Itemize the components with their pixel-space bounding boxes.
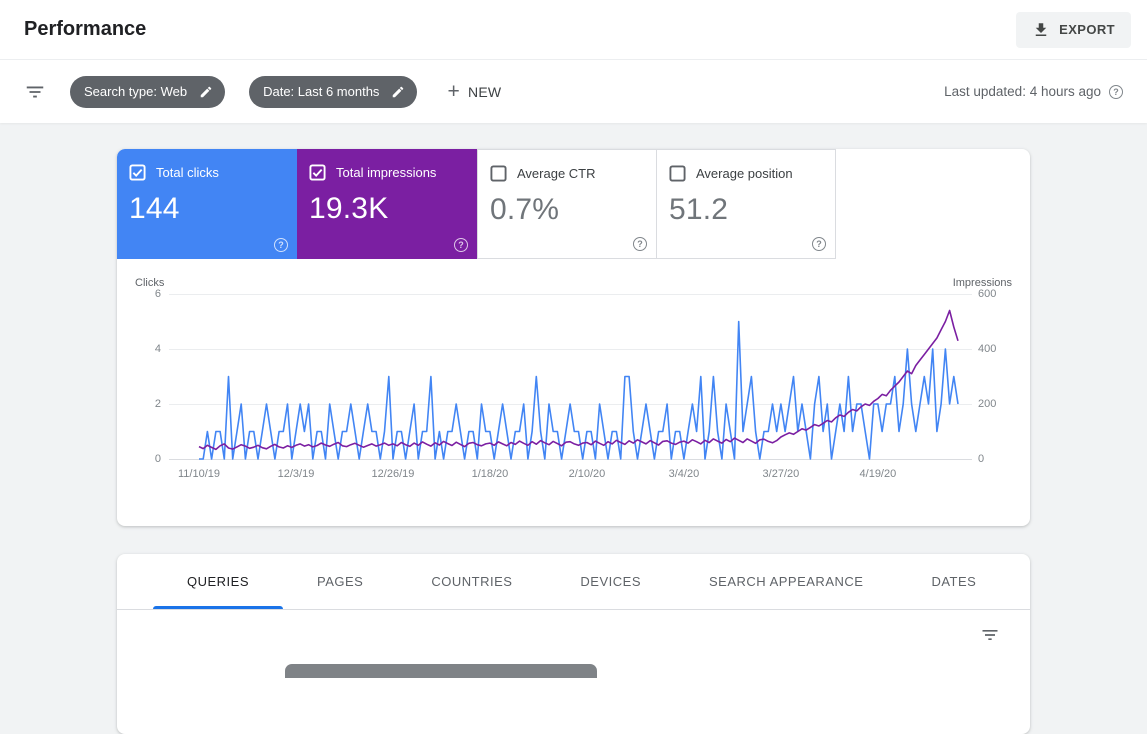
filter-bar: Search type: Web Date: Last 6 months + N… bbox=[0, 60, 1147, 123]
average-position-tile[interactable]: Average position 51.2 ? bbox=[656, 149, 836, 259]
total-clicks-tile[interactable]: Total clicks 144 ? bbox=[117, 149, 297, 259]
average-position-value: 51.2 bbox=[669, 193, 729, 226]
edit-pencil-icon bbox=[200, 86, 212, 97]
x-tick-label: 11/10/19 bbox=[177, 468, 221, 480]
total-impressions-value: 19.3K bbox=[309, 192, 389, 225]
chart-plot[interactable] bbox=[169, 294, 972, 460]
plus-icon: + bbox=[447, 80, 460, 103]
x-tick-label: 1/18/20 bbox=[471, 468, 509, 480]
dimension-tabs: QUERIES PAGES COUNTRIES DEVICES SEARCH A… bbox=[117, 554, 1030, 610]
last-updated: Last updated: 4 hours ago ? bbox=[944, 84, 1123, 99]
total-impressions-tile[interactable]: Total impressions 19.3K ? bbox=[297, 149, 477, 259]
tab-queries[interactable]: QUERIES bbox=[153, 554, 284, 609]
search-type-chip[interactable]: Search type: Web bbox=[70, 75, 226, 108]
total-clicks-label: Total clicks bbox=[156, 165, 219, 180]
y-tick-label: 2 bbox=[154, 398, 161, 410]
tab-pages[interactable]: PAGES bbox=[283, 554, 397, 609]
y-tick-label: 6 bbox=[154, 288, 161, 300]
total-impressions-label: Total impressions bbox=[336, 165, 437, 180]
right-ticks: 600 400 200 0 bbox=[978, 288, 1012, 465]
help-icon[interactable]: ? bbox=[1109, 84, 1123, 99]
help-icon[interactable]: ? bbox=[454, 238, 468, 252]
export-button[interactable]: EXPORT bbox=[1016, 11, 1131, 48]
x-tick-label: 12/26/19 bbox=[371, 468, 415, 480]
y-tick-label: 0 bbox=[978, 453, 985, 465]
x-tick-label: 3/27/20 bbox=[762, 468, 800, 480]
y-tick-label: 600 bbox=[978, 288, 997, 300]
x-labels: 11/10/19 12/3/19 12/26/19 1/18/20 2/10/20 3/4… bbox=[169, 468, 972, 486]
x-tick-label: 4/19/20 bbox=[859, 468, 897, 480]
performance-chart: Clicks Impressions 6420 600 400 200 0 11/10… bbox=[135, 277, 1012, 499]
x-tick-label: 12/3/19 bbox=[277, 468, 315, 480]
tab-dates[interactable]: DATES bbox=[897, 554, 1010, 609]
total-clicks-value: 144 bbox=[129, 192, 180, 225]
y-tick-label: 200 bbox=[978, 398, 997, 410]
y-tick-label: 0 bbox=[154, 453, 161, 465]
left-ticks: 6 4 2 0 bbox=[135, 288, 161, 465]
tab-countries[interactable]: COUNTRIES bbox=[397, 554, 546, 609]
main-content: Total clicks 144 ? Total impressions 19.… bbox=[117, 149, 1030, 734]
download-icon bbox=[1035, 22, 1047, 36]
y-tick-label: 4 bbox=[154, 343, 161, 355]
tab-devices[interactable]: DEVICES bbox=[546, 554, 675, 609]
date-range-chip[interactable]: Date: Last 6 months bbox=[249, 75, 418, 108]
date-range-chip-label: Date: Last 6 months bbox=[263, 84, 380, 99]
edit-pencil-icon bbox=[393, 86, 404, 97]
performance-card: Total clicks 144 ? Total impressions 19.… bbox=[117, 149, 1030, 526]
x-tick-label: 3/4/20 bbox=[668, 468, 700, 480]
average-position-label: Average position bbox=[696, 166, 793, 181]
average-ctr-value: 0.7% bbox=[490, 193, 560, 226]
new-filter-label: NEW bbox=[467, 83, 502, 100]
metrics-row: Total clicks 144 ? Total impressions 19.… bbox=[117, 149, 1030, 259]
chart-svg bbox=[169, 294, 972, 460]
x-tick-label: 2/10/20 bbox=[568, 468, 606, 480]
help-icon[interactable]: ? bbox=[274, 238, 288, 252]
search-type-chip-label: Search type: Web bbox=[84, 84, 188, 99]
checkbox-checked-icon[interactable] bbox=[309, 164, 326, 181]
export-label: EXPORT bbox=[1059, 22, 1115, 37]
average-ctr-label: Average CTR bbox=[517, 166, 596, 181]
table-filter-icon[interactable] bbox=[980, 625, 1000, 650]
metrics-filler bbox=[836, 149, 1030, 259]
y-tick-label: 400 bbox=[978, 343, 997, 355]
average-ctr-tile[interactable]: Average CTR 0.7% ? bbox=[477, 149, 657, 259]
help-icon[interactable]: ? bbox=[633, 237, 647, 251]
checkbox-checked-icon[interactable] bbox=[129, 164, 146, 181]
last-updated-text: Last updated: 4 hours ago bbox=[944, 84, 1101, 99]
checkbox-empty-icon[interactable] bbox=[669, 165, 686, 182]
help-icon[interactable]: ? bbox=[812, 237, 826, 251]
tab-search-appearance[interactable]: SEARCH APPEARANCE bbox=[675, 554, 897, 609]
new-filter-button[interactable]: + NEW bbox=[441, 80, 507, 103]
page-title: Performance bbox=[24, 18, 147, 40]
table-filter-row bbox=[117, 610, 1030, 664]
filter-list-icon[interactable] bbox=[24, 81, 46, 103]
dimension-table-card: QUERIES PAGES COUNTRIES DEVICES SEARCH A… bbox=[117, 554, 1030, 734]
checkbox-empty-icon[interactable] bbox=[490, 165, 507, 182]
table-loading-bar bbox=[285, 664, 597, 678]
series-clicks-line bbox=[199, 320, 959, 460]
app-header: Performance EXPORT bbox=[0, 0, 1147, 60]
